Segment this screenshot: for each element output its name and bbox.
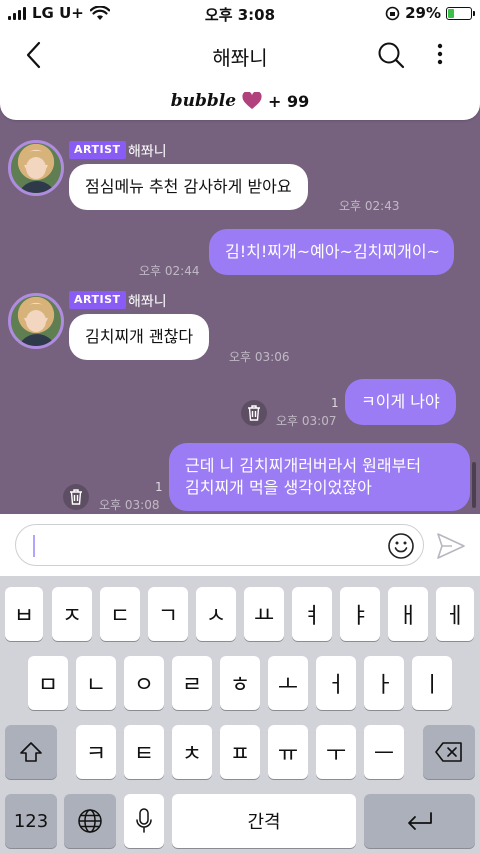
- key[interactable]: ㅔ: [436, 587, 474, 641]
- shift-icon: [20, 742, 42, 762]
- key[interactable]: ㅕ: [292, 587, 332, 641]
- key[interactable]: ㅗ: [268, 656, 308, 710]
- more-options-icon[interactable]: [428, 40, 452, 70]
- heart-icon: [242, 92, 262, 109]
- scrollbar[interactable]: [472, 462, 476, 508]
- key[interactable]: ㅂ: [5, 587, 43, 641]
- key[interactable]: ㅇ: [124, 656, 164, 710]
- message-time: 오후 03:08: [99, 498, 160, 512]
- message-time: 오후 03:06: [229, 350, 290, 364]
- chat-area[interactable]: bubble + 99 ARTIST 해쫘니 점심메뉴 추천 감사하게 받아요 …: [0, 82, 480, 514]
- incoming-message[interactable]: 김치찌개 괜찮다: [69, 314, 210, 360]
- incoming-message[interactable]: 점심메뉴 추천 감사하게 받아요: [69, 164, 308, 210]
- key[interactable]: ㄱ: [148, 587, 188, 641]
- key[interactable]: ㅌ: [124, 725, 164, 779]
- keyboard: ㅂ ㅈ ㄷ ㄱ ㅅ ㅛ ㅕ ㅑ ㅐ ㅔ ㅁ ㄴ ㅇ ㄹ ㅎ ㅗ ㅓ ㅏ ㅣ ㅋ …: [0, 576, 480, 854]
- key[interactable]: ㅓ: [316, 656, 356, 710]
- shift-key[interactable]: [5, 725, 57, 779]
- return-key[interactable]: [364, 794, 475, 848]
- status-bar: LG U+ 오후 3:08 29%: [0, 0, 480, 28]
- message-line: 김치찌개 먹을 생각이었잖아: [185, 478, 372, 497]
- bubble-logo: bubble: [170, 91, 237, 111]
- artist-badge: ARTIST: [69, 141, 126, 159]
- message-line: 근데 니 김치찌개러버라서 원래부터: [185, 456, 422, 475]
- key[interactable]: ㅋ: [76, 725, 116, 779]
- unread-count: 1: [155, 480, 163, 494]
- artist-avatar[interactable]: [8, 140, 64, 196]
- space-key[interactable]: 간격: [172, 794, 356, 848]
- chat-header: 해쫘니: [0, 28, 480, 82]
- key[interactable]: ㄷ: [100, 587, 140, 641]
- outgoing-message[interactable]: ㅋ이게 나야: [345, 379, 456, 425]
- bubble-banner[interactable]: bubble + 99: [0, 82, 480, 120]
- backspace-icon: [435, 742, 462, 762]
- key[interactable]: ㅐ: [388, 587, 428, 641]
- key[interactable]: ㅎ: [220, 656, 260, 710]
- key[interactable]: ㅈ: [52, 587, 92, 641]
- backspace-key[interactable]: [423, 725, 475, 779]
- message-time: 오후 03:07: [276, 414, 337, 428]
- input-bar: [0, 514, 480, 576]
- globe-icon: [78, 809, 102, 833]
- unread-count: 1: [331, 396, 339, 410]
- sender-name: 해쫘니: [128, 294, 167, 310]
- message-input[interactable]: [15, 524, 424, 566]
- microphone-icon: [136, 808, 152, 833]
- key[interactable]: ㅛ: [244, 587, 284, 641]
- key[interactable]: ㅅ: [196, 587, 236, 641]
- message-time: 오후 02:43: [339, 199, 400, 213]
- message-time: 오후 02:44: [139, 264, 200, 278]
- key[interactable]: ㅠ: [268, 725, 308, 779]
- chat-title: 해쫘니: [212, 46, 268, 70]
- status-right: 29%: [385, 4, 475, 22]
- delete-icon[interactable]: [241, 400, 267, 426]
- key[interactable]: ㅣ: [412, 656, 452, 710]
- emoji-icon[interactable]: [387, 532, 415, 560]
- key[interactable]: ㅡ: [364, 725, 404, 779]
- key[interactable]: ㅑ: [340, 587, 380, 641]
- battery-percent: 29%: [405, 4, 441, 22]
- artist-avatar[interactable]: [8, 293, 64, 349]
- bubble-count: + 99: [268, 91, 310, 111]
- battery-icon: [446, 6, 475, 20]
- artist-badge: ARTIST: [69, 291, 126, 309]
- dictation-key[interactable]: [124, 794, 164, 848]
- key[interactable]: ㅊ: [172, 725, 212, 779]
- globe-key[interactable]: [64, 794, 116, 848]
- orientation-lock-icon: [385, 6, 400, 20]
- outgoing-message[interactable]: 김!치!찌개~예아~김치찌개이~: [209, 229, 454, 275]
- key[interactable]: ㅍ: [220, 725, 260, 779]
- delete-icon[interactable]: [63, 484, 89, 510]
- send-icon[interactable]: [436, 532, 466, 560]
- outgoing-message[interactable]: 근데 니 김치찌개러버라서 원래부터 김치찌개 먹을 생각이었잖아: [169, 443, 470, 511]
- sender-name: 해쫘니: [128, 144, 167, 160]
- key[interactable]: ㅁ: [28, 656, 68, 710]
- numbers-key[interactable]: 123: [5, 794, 57, 848]
- key[interactable]: ㅏ: [364, 656, 404, 710]
- search-icon[interactable]: [376, 40, 406, 70]
- return-icon: [407, 812, 432, 830]
- key[interactable]: ㄹ: [172, 656, 212, 710]
- key[interactable]: ㄴ: [76, 656, 116, 710]
- text-cursor: [33, 535, 35, 557]
- key[interactable]: ㅜ: [316, 725, 356, 779]
